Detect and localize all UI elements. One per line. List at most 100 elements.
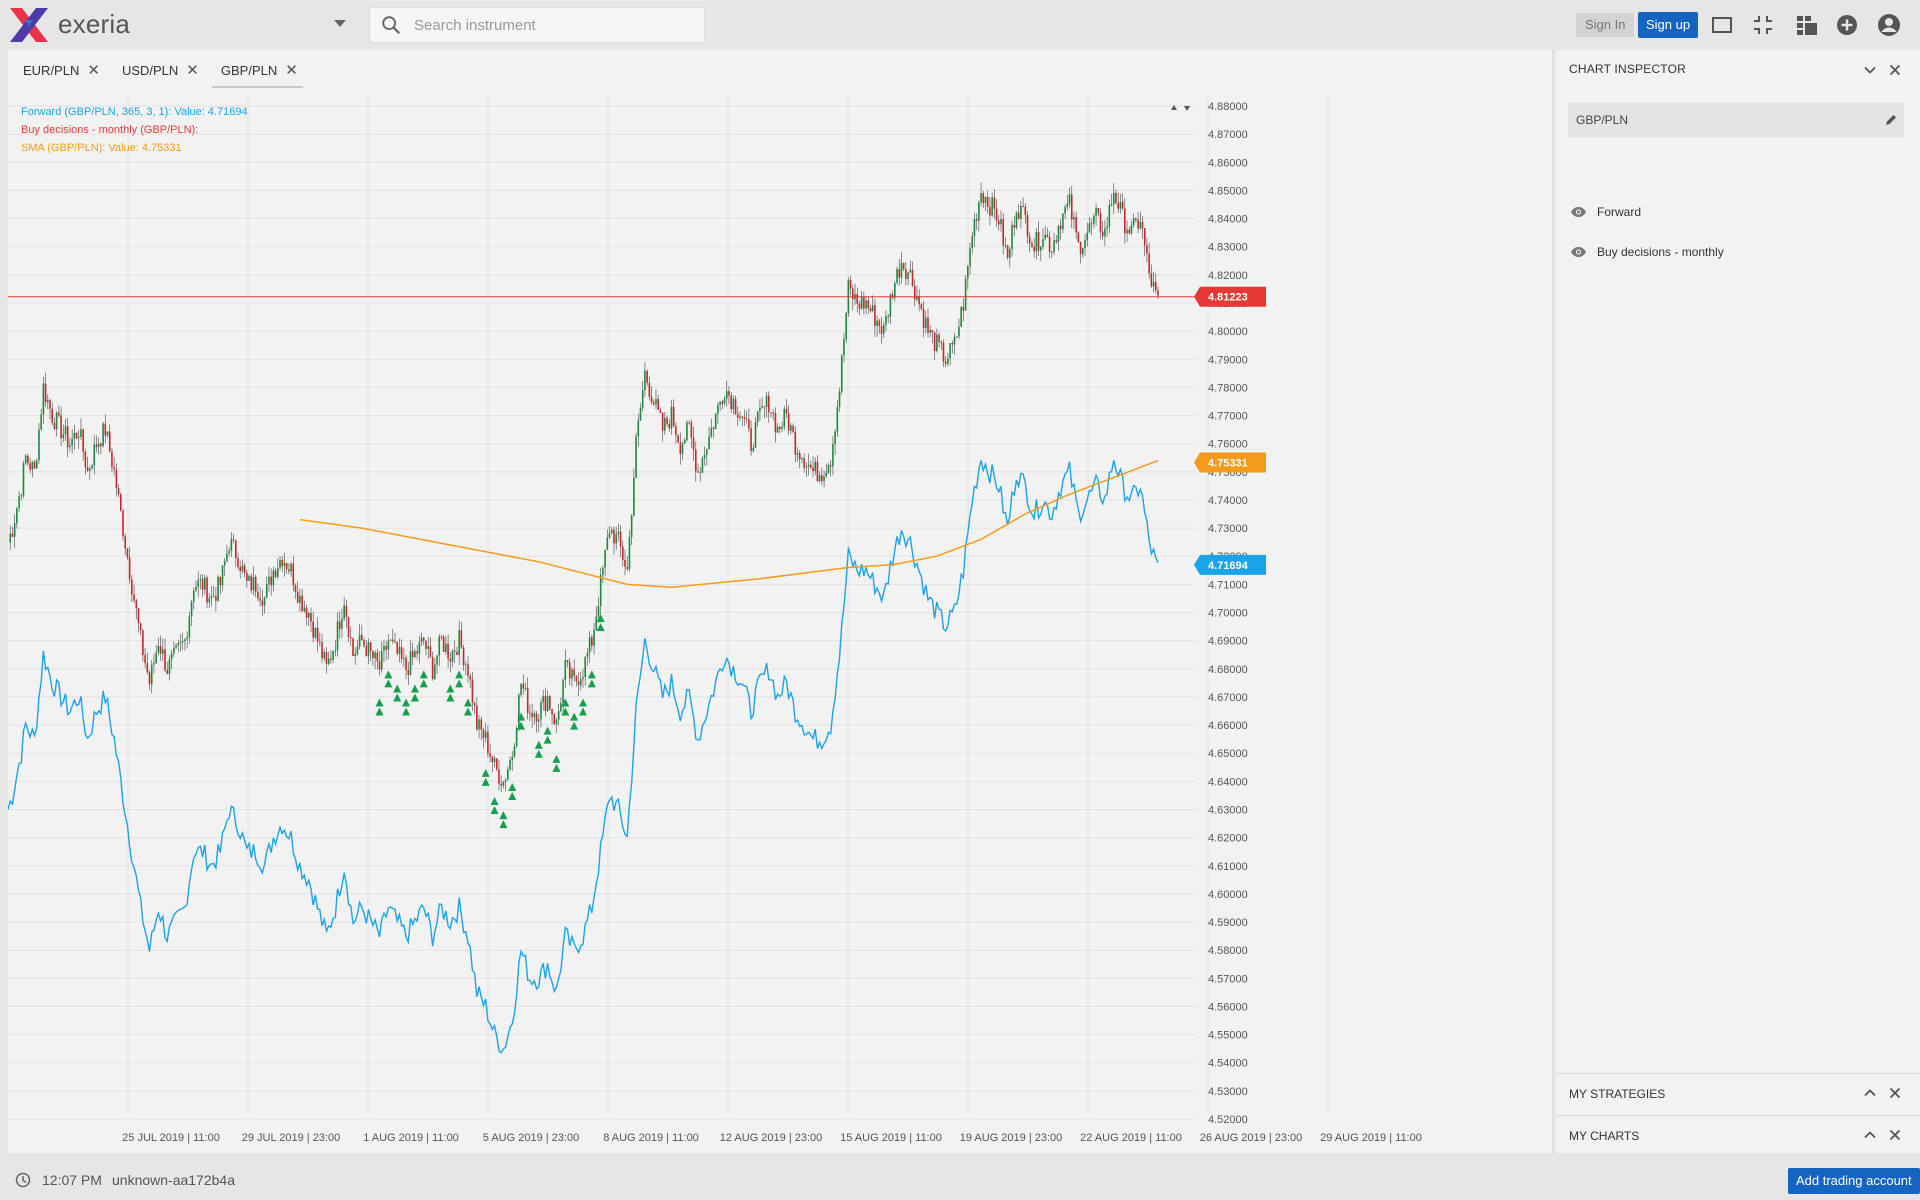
add-circle-icon[interactable] [1835, 13, 1859, 37]
sign-up-button[interactable]: Sign up [1638, 12, 1699, 38]
candle-body [24, 455, 27, 464]
tab-usd-pln[interactable]: USD/PLN ✕ [107, 50, 206, 90]
candle-body [619, 531, 622, 547]
candle-body [540, 702, 542, 720]
close-icon[interactable] [1887, 1085, 1903, 1101]
candle-body [38, 429, 40, 461]
candle-body [407, 670, 410, 675]
candle-body [221, 565, 224, 586]
chevron-down-icon[interactable] [1862, 62, 1878, 78]
price-chart[interactable]: 4.88000 4.87000 4.86000 4.85000 4.84000 4.830… [8, 50, 1553, 1153]
legend-forward[interactable]: Forward (GBP/PLN, 365, 3, 1): Value: 4.7… [21, 103, 248, 121]
candle-body [270, 576, 272, 586]
candle-body [507, 769, 509, 780]
legend-sma[interactable]: SMA (GBP/PLN): Value: 4.75331 [21, 139, 248, 157]
candle-body [420, 637, 423, 643]
candle-body [637, 420, 640, 437]
y-axis-tick-label: 4.76000 [1208, 439, 1248, 451]
candle-body [192, 590, 195, 602]
candle-body [971, 236, 974, 249]
candle-body [400, 647, 403, 659]
layer-buy-decisions[interactable]: Buy decisions - monthly [1570, 240, 1724, 264]
candle-body [13, 523, 16, 537]
candle-body [796, 452, 799, 455]
candle-body [1046, 234, 1049, 238]
edit-icon[interactable] [1884, 113, 1898, 127]
layer-forward[interactable]: Forward [1570, 200, 1641, 224]
tab-label: EUR/PLN [23, 62, 80, 78]
y-axis-tick-label: 4.71000 [1208, 579, 1248, 591]
candle-body [272, 570, 275, 586]
sign-in-button[interactable]: Sign In [1576, 13, 1635, 37]
candle-body [334, 650, 337, 652]
candle-body [984, 197, 987, 204]
candle-body [387, 640, 390, 650]
candle-body [880, 325, 883, 334]
candle-body [86, 467, 89, 471]
candle-body [438, 636, 441, 656]
eye-icon[interactable] [1570, 206, 1587, 218]
status-bar: 12:07 PM unknown-aa172b4a Add trading ac… [0, 1162, 1920, 1200]
add-trading-account-button[interactable]: Add trading account [1788, 1168, 1920, 1194]
candle-body [261, 600, 264, 606]
close-icon[interactable]: ✕ [87, 61, 100, 79]
y-axis-tick-label: 4.69000 [1208, 636, 1248, 648]
search-box[interactable] [369, 7, 705, 43]
candle-body [1073, 216, 1075, 220]
my-strategies-section[interactable]: MY STRATEGIES [1556, 1073, 1920, 1111]
search-input[interactable] [414, 16, 694, 34]
close-icon[interactable]: ✕ [285, 61, 298, 79]
fullscreen-exit-icon[interactable] [1751, 13, 1775, 37]
candle-body [633, 477, 635, 516]
candle-body [639, 407, 642, 421]
candle-body [836, 406, 839, 432]
candle-body [436, 655, 438, 665]
chevron-up-icon[interactable] [1862, 1127, 1878, 1143]
candle-body [1035, 231, 1038, 252]
my-charts-section[interactable]: MY CHARTS [1556, 1115, 1920, 1153]
candle-body [204, 577, 206, 590]
x-axis-tick-label: 25 JUL 2019 | 11:00 [122, 1132, 220, 1144]
chevron-up-icon[interactable] [1862, 1085, 1878, 1101]
x-axis-tick-label: 26 AUG 2019 | 23:00 [1200, 1132, 1303, 1144]
y-axis-tick-label: 4.60000 [1208, 889, 1248, 901]
candle-body [349, 637, 352, 639]
x-axis-tick-label: 5 AUG 2019 | 23:00 [483, 1132, 579, 1144]
candle-body [728, 391, 730, 396]
close-icon[interactable] [1887, 62, 1903, 78]
candle-body [316, 627, 319, 642]
close-icon[interactable] [1887, 1127, 1903, 1143]
candle-body [599, 574, 602, 607]
account-circle-icon[interactable] [1877, 13, 1901, 37]
candle-body [93, 444, 96, 466]
candle-body [429, 646, 432, 657]
candle-body [805, 466, 808, 468]
candle-body [964, 278, 967, 311]
instrument-dropdown-caret-icon[interactable] [334, 20, 346, 27]
candle-body [1068, 194, 1071, 204]
candle-body [1011, 224, 1013, 250]
candle-body [825, 472, 828, 477]
candle-body [522, 683, 525, 689]
x-axis-tick-label: 19 AUG 2019 | 23:00 [960, 1132, 1063, 1144]
candle-body [445, 643, 447, 652]
inspector-instrument-field[interactable]: GBP/PLN [1568, 103, 1904, 137]
candle-body [1026, 215, 1029, 237]
layout-grid-icon[interactable] [1795, 13, 1819, 37]
candle-body [571, 669, 573, 679]
candle-body [737, 413, 739, 418]
window-icon[interactable] [1710, 13, 1734, 37]
candle-body [958, 326, 960, 337]
candle-body [1070, 194, 1073, 220]
close-icon[interactable]: ✕ [186, 61, 199, 79]
candle-body [818, 475, 821, 482]
candle-body [677, 435, 679, 443]
candle-body [657, 398, 659, 410]
legend-buy-decisions[interactable]: Buy decisions - monthly (GBP/PLN): [21, 121, 248, 139]
tab-eur-pln[interactable]: EUR/PLN ✕ [8, 50, 107, 90]
exeria-logo-icon[interactable] [8, 6, 50, 44]
candle-body [759, 407, 761, 412]
tab-gbp-pln[interactable]: GBP/PLN ✕ [206, 50, 305, 90]
candle-body [55, 412, 58, 430]
eye-icon[interactable] [1570, 246, 1587, 258]
